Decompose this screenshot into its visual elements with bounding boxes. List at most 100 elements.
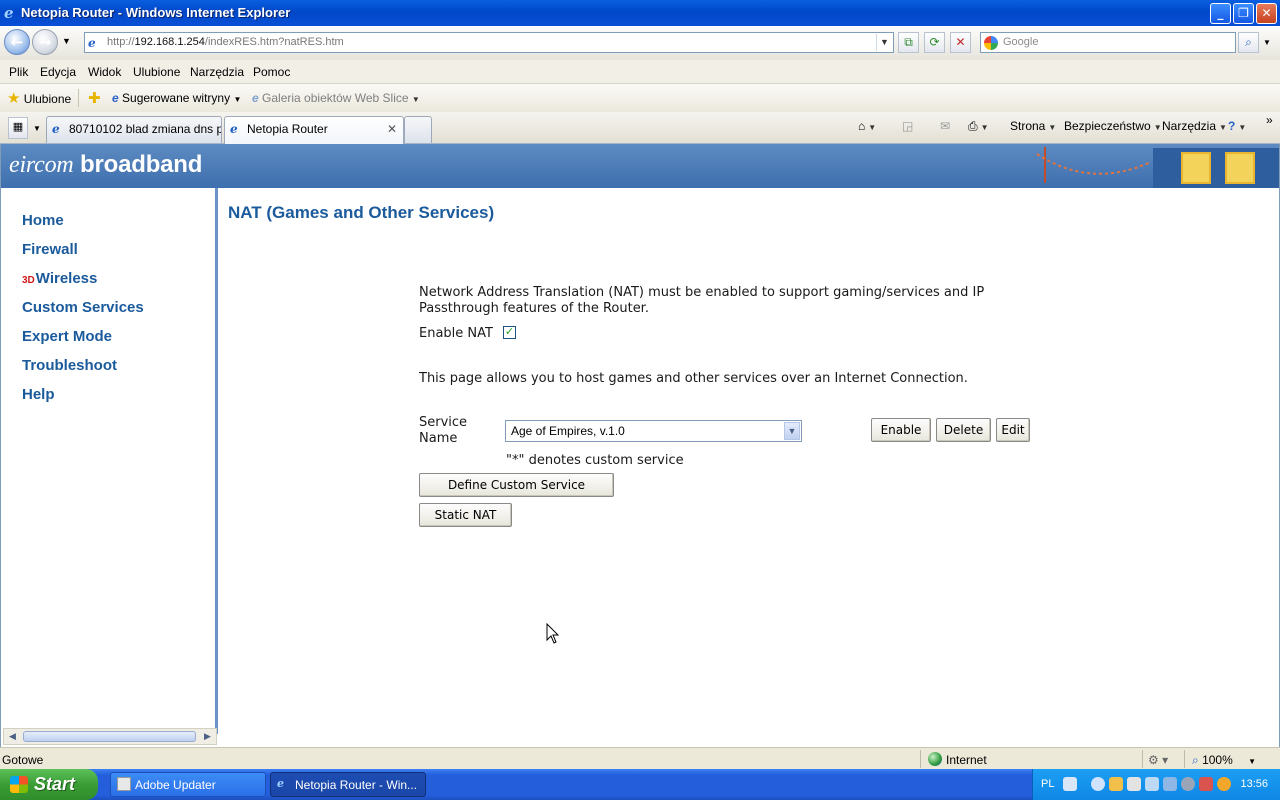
menu-favorites[interactable]: Ulubione <box>133 65 180 79</box>
horizontal-scrollbar[interactable]: ◀ ▶ <box>3 728 217 745</box>
eircom-logo: eircom broadband <box>9 151 203 178</box>
service-selected-value: Age of Empires, v.1.0 <box>511 424 625 438</box>
web-slice-gallery-link[interactable]: e Galeria obiektów Web Slice ▼ <box>252 91 420 105</box>
menu-file[interactable]: Plik <box>9 65 28 79</box>
ie-page-icon: e <box>52 122 60 136</box>
forward-button[interactable]: → <box>32 29 58 55</box>
enable-button[interactable]: Enable <box>871 418 931 442</box>
security-zone[interactable]: Internet <box>946 753 987 767</box>
scroll-left-icon[interactable]: ◀ <box>5 730 20 743</box>
nav-help[interactable]: Help <box>22 386 55 403</box>
stop-icon[interactable]: ✕ <box>950 32 971 53</box>
update-icon[interactable] <box>1217 777 1231 791</box>
address-bar[interactable]: e http://192.168.1.254/indexRES.htm?natR… <box>84 32 894 53</box>
usb-icon[interactable] <box>1163 777 1177 791</box>
taskbar: Start Adobe Updater e Netopia Router - W… <box>0 769 1280 800</box>
home-icon[interactable]: ⌂ ▼ <box>858 119 876 133</box>
safety-menu[interactable]: Bezpieczeństwo ▼ <box>1064 119 1162 133</box>
status-bar: Gotowe Internet ⚙ ▾ ⌕ 100% ▼ <box>0 747 1280 769</box>
left-navigation: Home Firewall 3DWireless Custom Services… <box>1 188 218 734</box>
address-dropdown-icon[interactable]: ▼ <box>876 34 892 51</box>
new-tab-button[interactable] <box>404 116 432 143</box>
network-icon[interactable] <box>1145 777 1159 791</box>
windows-logo-icon <box>10 776 28 793</box>
nav-firewall[interactable]: Firewall <box>22 241 78 258</box>
window-titlebar: e Netopia Router - Windows Internet Expl… <box>0 0 1280 26</box>
search-options-icon[interactable]: ▼ <box>1263 38 1271 47</box>
mail-icon[interactable]: ✉ <box>940 119 950 133</box>
feeds-icon[interactable]: ◲ <box>902 119 913 133</box>
more-commands-icon[interactable]: » <box>1266 113 1273 127</box>
page-content: eircom broadband Home Firewall 3DWireles… <box>0 144 1280 747</box>
tab-list-dropdown-icon[interactable]: ▼ <box>33 124 41 133</box>
nav-expert-mode[interactable]: Expert Mode <box>22 328 112 345</box>
search-box[interactable]: Google <box>980 32 1236 53</box>
favorites-button[interactable]: ★ Ulubione <box>7 89 71 107</box>
scroll-thumb[interactable] <box>23 731 196 742</box>
history-dropdown-icon[interactable]: ▼ <box>62 36 71 46</box>
enable-nat-label: Enable NAT <box>419 326 493 341</box>
menu-edit[interactable]: Edycja <box>40 65 76 79</box>
define-custom-service-button[interactable]: Define Custom Service <box>419 473 614 497</box>
service-name-select[interactable]: Age of Empires, v.1.0 ▼ <box>505 420 802 442</box>
nav-wireless[interactable]: 3DWireless <box>22 270 97 287</box>
menu-view[interactable]: Widok <box>88 65 121 79</box>
tools-menu[interactable]: Narzędzia ▼ <box>1162 119 1227 133</box>
nav-home[interactable]: Home <box>22 212 64 229</box>
service-name-label-1: Service <box>419 415 468 430</box>
static-nat-button[interactable]: Static NAT <box>419 503 512 527</box>
adobe-updater-icon <box>117 777 131 791</box>
ie-icon: e <box>277 777 284 790</box>
window-title: Netopia Router - Windows Internet Explor… <box>21 5 291 20</box>
menu-help[interactable]: Pomoc <box>253 65 290 79</box>
divider <box>1142 750 1143 768</box>
maximize-button[interactable]: ❐ <box>1233 3 1254 24</box>
tab-netopia-router[interactable]: e Netopia Router ✕ <box>224 116 404 144</box>
edit-button[interactable]: Edit <box>996 418 1030 442</box>
back-button[interactable]: ← <box>4 29 30 55</box>
language-indicator[interactable]: PL <box>1041 778 1054 790</box>
compatibility-view-icon[interactable]: ⧉ <box>898 32 919 53</box>
menu-bar: Plik Edycja Widok Ulubione Narzędzia Pom… <box>0 60 1280 84</box>
service-name-label-2: Name <box>419 431 458 446</box>
close-tab-icon[interactable]: ✕ <box>387 122 397 136</box>
close-window-button[interactable]: ✕ <box>1256 3 1277 24</box>
page-title: NAT (Games and Other Services) <box>228 203 495 222</box>
internet-zone-icon <box>928 752 942 766</box>
page-menu[interactable]: Strona ▼ <box>1010 119 1056 133</box>
add-favorites-icon[interactable]: ✚ <box>88 89 101 107</box>
print-icon[interactable]: ⎙ ▼ <box>968 119 989 134</box>
nav-troubleshoot[interactable]: Troubleshoot <box>22 357 117 374</box>
refresh-icon[interactable]: ⟳ <box>924 32 945 53</box>
divider <box>1184 750 1185 768</box>
zoom-control[interactable]: ⌕ 100% ▼ <box>1192 753 1256 768</box>
enable-nat-checkbox[interactable]: ✓ <box>503 326 516 339</box>
nav-custom-services[interactable]: Custom Services <box>22 299 144 316</box>
house-graphic <box>1153 148 1279 188</box>
tab-1[interactable]: e 80710102 blad zmiana dns p... <box>46 116 222 143</box>
help-icon[interactable]: ? ▼ <box>1228 119 1246 133</box>
quick-tabs-icon[interactable]: ▦ <box>8 117 28 139</box>
delete-button[interactable]: Delete <box>936 418 991 442</box>
protected-mode-icon[interactable]: ⚙ ▾ <box>1148 753 1168 767</box>
tray-app-icon[interactable] <box>1181 777 1195 791</box>
tray-app-icon[interactable] <box>1109 777 1123 791</box>
task-adobe-updater[interactable]: Adobe Updater <box>110 772 266 797</box>
ie-logo-icon: e <box>4 4 14 22</box>
mouse-cursor-icon <box>546 623 560 644</box>
minimize-button[interactable]: _ <box>1210 3 1231 24</box>
scroll-right-icon[interactable]: ▶ <box>200 730 215 743</box>
chevron-down-icon[interactable]: ▼ <box>784 422 800 440</box>
tray-app-icon[interactable] <box>1127 777 1141 791</box>
keyboard-icon[interactable] <box>1063 777 1077 791</box>
start-button[interactable]: Start <box>0 769 98 800</box>
brand-banner: eircom broadband <box>1 144 1279 188</box>
tray-expand-icon[interactable] <box>1091 777 1105 791</box>
menu-tools[interactable]: Narzędzia <box>190 65 244 79</box>
task-netopia-router[interactable]: e Netopia Router - Win... <box>270 772 426 797</box>
clock[interactable]: 13:56 <box>1240 778 1268 790</box>
tray-app-icon[interactable] <box>1199 777 1213 791</box>
suggested-sites-link[interactable]: e Sugerowane witryny ▼ <box>112 91 241 105</box>
favorites-bar: ★ Ulubione ✚ e Sugerowane witryny ▼ e Ga… <box>0 84 1280 112</box>
search-icon[interactable]: ⌕ <box>1238 32 1259 53</box>
